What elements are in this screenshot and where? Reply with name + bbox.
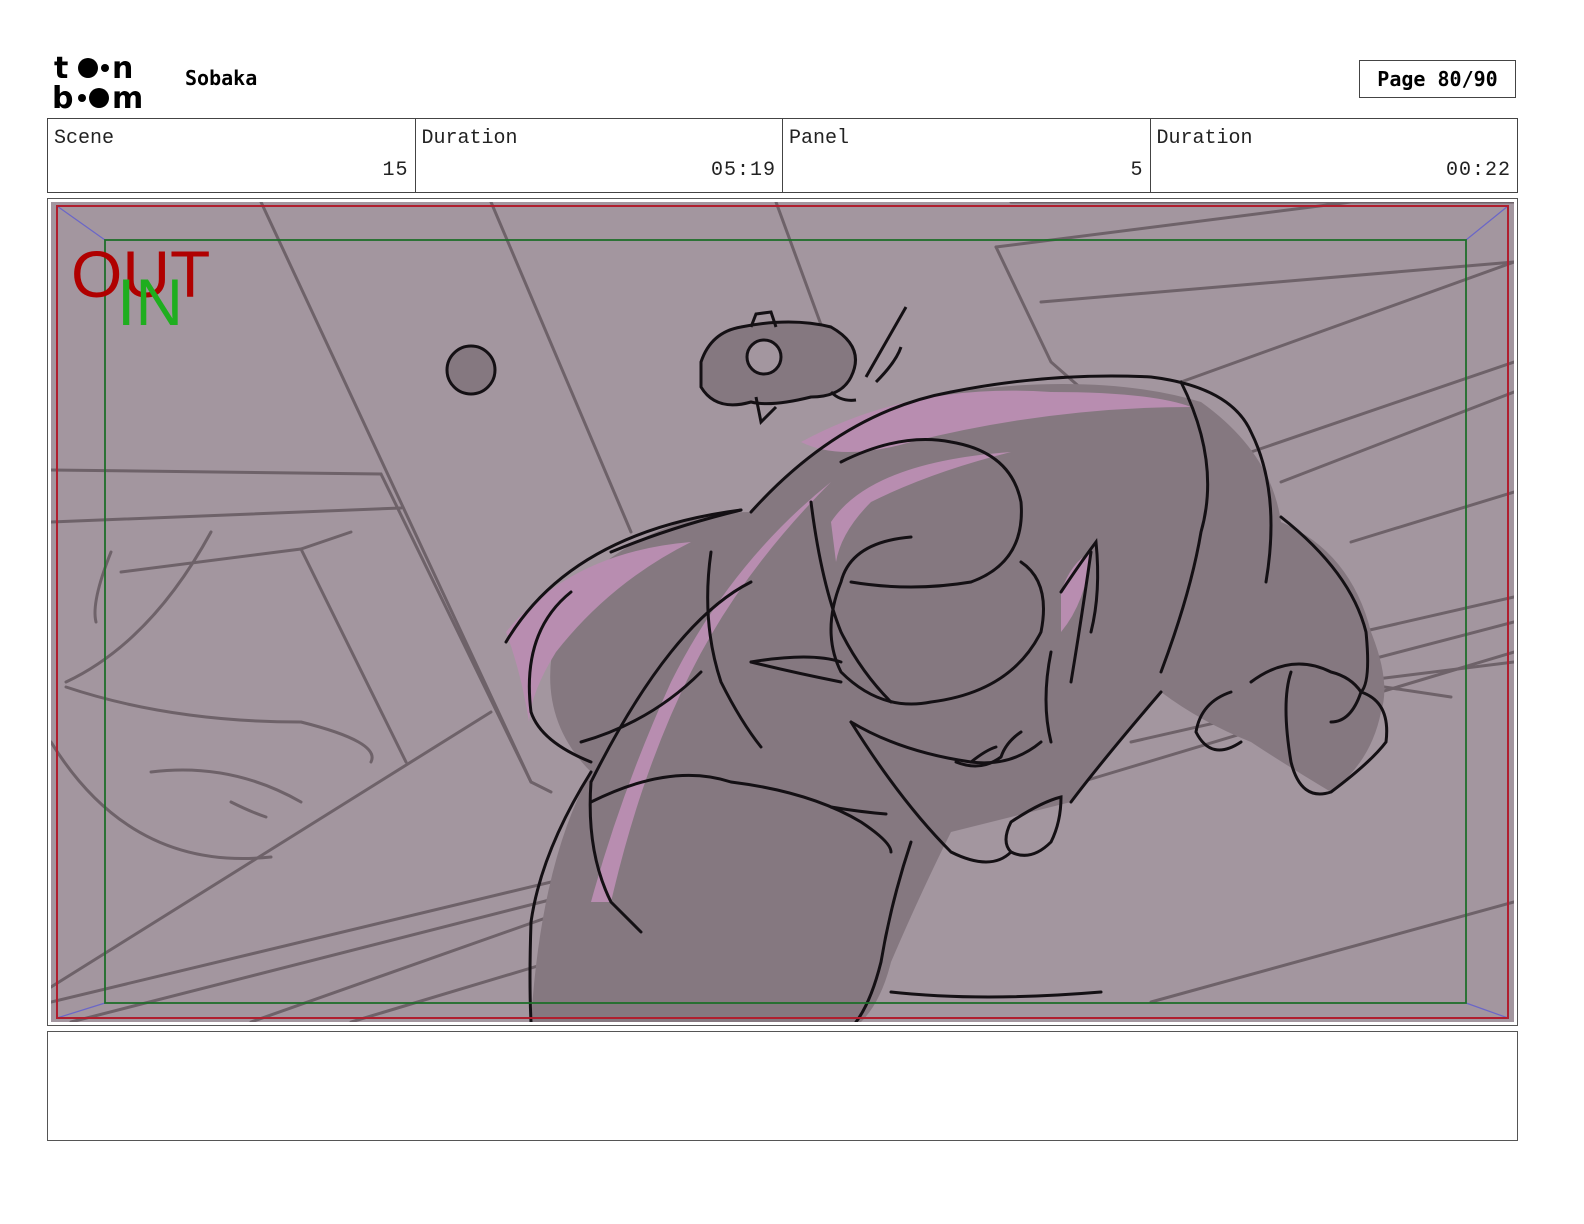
small-floating-sphere (445, 344, 497, 396)
scene-value: 15 (382, 159, 409, 182)
panel-duration-value: 00:22 (1445, 159, 1511, 182)
panel-duration-cell: Duration 00:22 (1151, 119, 1518, 192)
panel-duration-label: Duration (1156, 127, 1253, 150)
scene-info-table: Scene 15 Duration 05:19 Panel 5 Duration… (47, 118, 1518, 193)
in-frame-label: IN (117, 265, 183, 339)
project-title: Sobaka (185, 66, 258, 90)
scene-duration-cell: Duration 05:19 (416, 119, 783, 192)
scene-duration-label: Duration (421, 127, 518, 150)
scene-label: Scene (54, 127, 115, 150)
panel-notes-box[interactable] (47, 1031, 1518, 1141)
scene-cell: Scene 15 (48, 119, 416, 192)
storyboard-panel-image: OUT IN (51, 202, 1514, 1022)
svg-text:m: m (112, 81, 143, 112)
page-indicator: Page 80/90 (1359, 60, 1516, 98)
svg-text:b: b (52, 81, 73, 112)
panel-cell: Panel 5 (783, 119, 1151, 192)
panel-label: Panel (789, 127, 850, 150)
panel-value: 5 (1130, 159, 1144, 182)
scene-duration-value: 05:19 (710, 159, 776, 182)
toon-boom-logo: t n b m (52, 51, 143, 112)
